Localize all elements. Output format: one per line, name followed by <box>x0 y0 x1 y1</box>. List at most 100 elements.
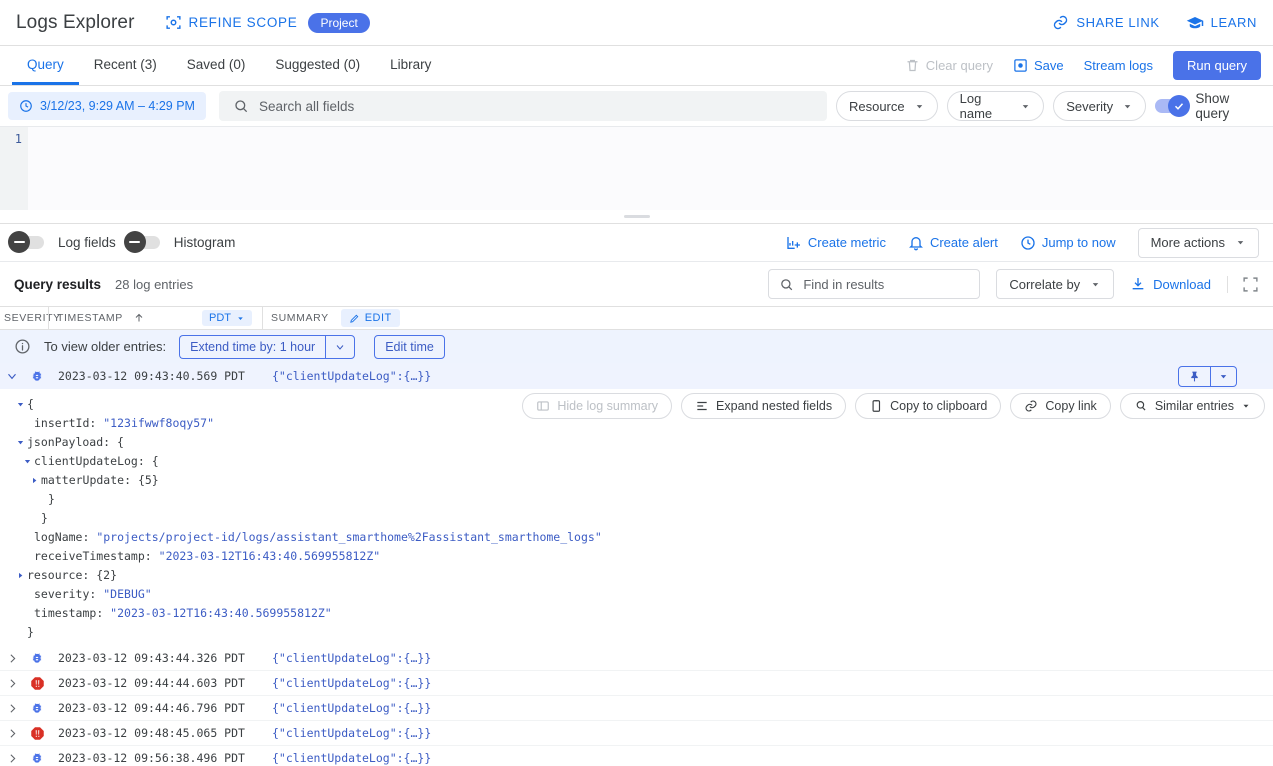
json-line: receiveTimestamp: "2023-03-12T16:43:40.5… <box>0 547 1273 566</box>
expand-row-caret[interactable] <box>0 752 24 765</box>
tab-query[interactable]: Query <box>12 46 79 85</box>
clear-query-button[interactable]: Clear query <box>905 58 993 73</box>
json-value: } <box>27 623 34 642</box>
extend-time-split-button[interactable]: Extend time by: 1 hour <box>179 335 355 359</box>
search-all-fields-input[interactable]: Search all fields <box>219 91 827 121</box>
json-expand-caret[interactable] <box>14 571 27 580</box>
log-entry-row[interactable]: 2023-03-12 09:48:45.065 PDT{"clientUpdat… <box>0 721 1273 746</box>
json-line[interactable]: resource: {2} <box>0 566 1273 585</box>
tab-suggested[interactable]: Suggested (0) <box>260 46 375 85</box>
refine-scope-button[interactable]: REFINE SCOPE Project <box>165 13 370 33</box>
log-entry-row[interactable]: 2023-03-12 09:44:44.603 PDT{"clientUpdat… <box>0 671 1273 696</box>
chevron-right-icon <box>6 727 19 740</box>
save-query-button[interactable]: Save <box>1013 58 1064 73</box>
tab-library[interactable]: Library <box>375 46 446 85</box>
json-expand-caret[interactable] <box>21 457 34 466</box>
expand-row-caret[interactable] <box>0 677 24 690</box>
pin-entry-dropdown[interactable] <box>1211 366 1237 387</box>
graduation-cap-icon <box>1186 14 1204 32</box>
edit-time-button[interactable]: Edit time <box>374 335 445 359</box>
tab-recent[interactable]: Recent (3) <box>79 46 172 85</box>
expand-row-caret[interactable] <box>0 652 24 665</box>
log-entry-timestamp: 2023-03-12 09:43:40.569 PDT <box>50 369 262 383</box>
more-actions-dropdown[interactable]: More actions <box>1138 228 1259 258</box>
clear-query-label: Clear query <box>926 58 993 73</box>
query-editor[interactable]: 1 <box>0 126 1273 210</box>
json-expand-caret[interactable] <box>28 476 41 485</box>
json-key: timestamp <box>34 604 96 623</box>
json-expand-caret[interactable] <box>14 438 27 447</box>
log-entry-row-selected[interactable]: 2023-03-12 09:43:40.569 PDT {"clientUpda… <box>0 363 1273 389</box>
log-entry-row[interactable]: 2023-03-12 09:43:44.326 PDT{"clientUpdat… <box>0 646 1273 671</box>
expand-row-caret[interactable] <box>0 727 24 740</box>
expand-nested-fields-button[interactable]: Expand nested fields <box>681 393 846 419</box>
query-editor-textarea[interactable] <box>28 127 1273 210</box>
jump-to-now-button[interactable]: Jump to now <box>1020 235 1116 251</box>
link-icon <box>1052 14 1069 31</box>
copy-to-clipboard-button[interactable]: Copy to clipboard <box>855 393 1001 419</box>
resource-filter-label: Resource <box>849 99 905 114</box>
share-link-button[interactable]: SHARE LINK <box>1052 14 1159 31</box>
log-entry-timestamp: 2023-03-12 09:44:46.796 PDT <box>50 701 262 715</box>
download-icon <box>1130 276 1146 292</box>
json-key: insertId <box>34 414 89 433</box>
log-entry-summary: {"clientUpdateLog":{…}} <box>262 369 1178 383</box>
create-alert-button[interactable]: Create alert <box>908 235 998 251</box>
log-fields-toggle[interactable] <box>14 236 44 249</box>
hide-log-summary-button[interactable]: Hide log summary <box>522 393 672 419</box>
expand-row-caret[interactable] <box>0 702 24 715</box>
log-table-header: SEVERITY TIMESTAMP PDT SUMMARY EDIT <box>0 306 1273 330</box>
chevron-down-icon <box>1020 101 1031 112</box>
header-actions: SHARE LINK LEARN <box>1052 14 1257 32</box>
log-entry-timestamp: 2023-03-12 09:43:44.326 PDT <box>50 651 262 665</box>
drag-handle[interactable] <box>624 215 650 218</box>
resource-filter-dropdown[interactable]: Resource <box>836 91 938 121</box>
log-name-filter-dropdown[interactable]: Log name <box>947 91 1045 121</box>
json-value: "projects/project-id/logs/assistant_smar… <box>96 528 601 547</box>
extend-time-dropdown[interactable] <box>325 335 355 359</box>
histogram-toggle[interactable] <box>130 236 160 249</box>
json-expand-caret[interactable] <box>14 400 27 409</box>
json-line[interactable]: clientUpdateLog: { <box>0 452 1273 471</box>
json-value: { <box>117 433 124 452</box>
json-key: matterUpdate <box>41 471 124 490</box>
run-query-button[interactable]: Run query <box>1173 51 1261 80</box>
query-results-title: Query results <box>14 277 101 292</box>
timezone-selector[interactable]: PDT <box>202 310 252 326</box>
json-key: jsonPayload <box>27 433 103 452</box>
fullscreen-button[interactable] <box>1227 276 1259 293</box>
log-entry-row[interactable]: 2023-03-12 09:56:38.496 PDT{"clientUpdat… <box>0 746 1273 766</box>
download-button[interactable]: Download <box>1130 276 1211 292</box>
learn-button[interactable]: LEARN <box>1186 14 1257 32</box>
create-metric-button[interactable]: Create metric <box>786 235 886 251</box>
severity-filter-dropdown[interactable]: Severity <box>1053 91 1146 121</box>
show-query-toggle[interactable] <box>1155 99 1186 113</box>
log-entry-row[interactable]: 2023-03-12 09:44:46.796 PDT{"clientUpdat… <box>0 696 1273 721</box>
json-line[interactable]: matterUpdate: {5} <box>0 471 1273 490</box>
correlate-by-dropdown[interactable]: Correlate by <box>996 269 1114 299</box>
json-key: severity <box>34 585 89 604</box>
clipboard-icon <box>869 399 883 413</box>
find-in-results-input[interactable]: Find in results <box>768 269 980 299</box>
time-range-selector[interactable]: 3/12/23, 9:29 AM – 4:29 PM <box>8 92 206 120</box>
project-scope-chip[interactable]: Project <box>308 13 369 33</box>
pin-entry-button[interactable] <box>1178 366 1211 387</box>
show-query-label: Show query <box>1195 91 1261 121</box>
tab-saved[interactable]: Saved (0) <box>172 46 261 85</box>
editor-resize-bar[interactable] <box>0 210 1273 224</box>
more-actions-label: More actions <box>1151 235 1225 250</box>
copy-link-button[interactable]: Copy link <box>1010 393 1110 419</box>
similar-entries-dropdown[interactable]: Similar entries <box>1120 393 1265 419</box>
edit-summary-fields-button[interactable]: EDIT <box>341 309 400 327</box>
info-circle-icon <box>14 338 31 355</box>
json-line[interactable]: jsonPayload: { <box>0 433 1273 452</box>
extend-time-button[interactable]: Extend time by: 1 hour <box>179 335 325 359</box>
json-key: receiveTimestamp <box>34 547 145 566</box>
column-header-timestamp[interactable]: TIMESTAMP PDT <box>48 307 262 329</box>
json-value: "123ifwwf8oqy57" <box>103 414 214 433</box>
older-entries-banner: To view older entries: Extend time by: 1… <box>0 330 1273 363</box>
collapse-row-caret[interactable] <box>0 369 24 383</box>
stream-logs-button[interactable]: Stream logs <box>1084 58 1153 73</box>
histogram-label: Histogram <box>174 235 236 250</box>
json-value: "2023-03-12T16:43:40.569955812Z" <box>110 604 332 623</box>
